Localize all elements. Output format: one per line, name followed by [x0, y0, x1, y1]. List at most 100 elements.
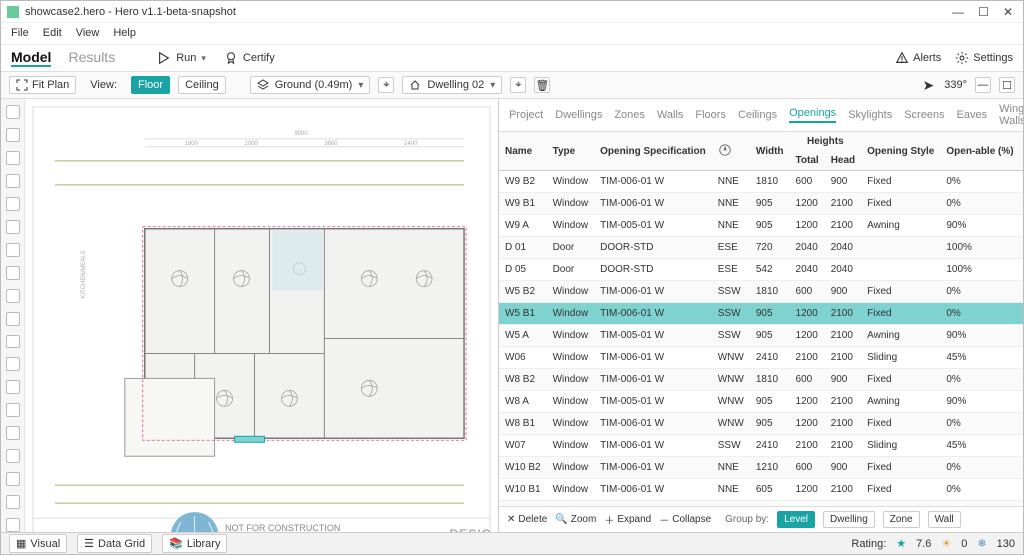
col-name[interactable]: Name [499, 132, 547, 171]
mode-datagrid[interactable]: ☰ Data Grid [77, 534, 152, 553]
tool-pointer[interactable] [6, 105, 20, 119]
table-row[interactable]: W9 AWindowTIM-005-01 WNNE90512002100Awni… [499, 215, 1023, 237]
tool-select-box[interactable] [6, 380, 20, 394]
tool-compass[interactable] [6, 472, 20, 486]
gear-icon [955, 51, 969, 65]
view-ceiling[interactable]: Ceiling [178, 76, 226, 94]
col-heights[interactable]: Heights [790, 132, 862, 151]
rtab-skylights[interactable]: Skylights [848, 109, 892, 121]
table-row[interactable]: W07WindowTIM-006-01 WSSW241021002100Slid… [499, 435, 1023, 457]
expand-button[interactable]: ＋ Expand [604, 512, 651, 527]
tool-opening[interactable] [6, 220, 20, 234]
table-row[interactable]: W5 AWindowTIM-005-01 WSSW90512002100Awni… [499, 325, 1023, 347]
alerts-button[interactable]: Alerts [895, 51, 941, 65]
delete-button[interactable]: ✕ Delete [507, 514, 547, 525]
table-row[interactable]: W10 B2WindowTIM-006-01 WNNE1210600900Fix… [499, 457, 1023, 479]
groupby-dwelling[interactable]: Dwelling [823, 511, 875, 528]
table-row[interactable]: W9 B1WindowTIM-006-01 WNNE90512002100Fix… [499, 193, 1023, 215]
table-row[interactable]: W06WindowTIM-006-01 WWNW241021002100Slid… [499, 347, 1023, 369]
delete-selection-button[interactable]: 🗑 [534, 77, 550, 93]
rtab-wingwalls[interactable]: Wing Walls [999, 103, 1024, 127]
col-width[interactable]: Width [750, 132, 790, 171]
mode-visual[interactable]: ▦ Visual [9, 534, 67, 553]
rtab-openings[interactable]: Openings [789, 107, 836, 123]
col-type[interactable]: Type [547, 132, 595, 171]
col-weather[interactable]: Weather-stripped [1020, 132, 1023, 171]
rtab-walls[interactable]: Walls [657, 109, 683, 121]
settings-button[interactable]: Settings [955, 51, 1013, 65]
collapse-button[interactable]: － Collapse [659, 512, 711, 527]
rtab-eaves[interactable]: Eaves [957, 109, 988, 121]
panel-minimize-button[interactable]: — [975, 77, 991, 93]
tool-ceiling[interactable] [6, 197, 20, 211]
panel-maximize-button[interactable]: ☐ [999, 77, 1015, 93]
menubar: File Edit View Help [1, 23, 1023, 45]
tool-measure[interactable] [6, 357, 20, 371]
table-row[interactable]: W10 B1WindowTIM-006-01 WNNE60512002100Fi… [499, 479, 1023, 501]
mode-library[interactable]: 📚 Library [162, 534, 227, 553]
tool-zone[interactable] [6, 128, 20, 142]
tool-polyline[interactable] [6, 403, 20, 417]
col-h-head[interactable]: Head [825, 151, 861, 171]
rtab-floors[interactable]: Floors [695, 109, 726, 121]
groupby-zone[interactable]: Zone [883, 511, 920, 528]
plan-canvas[interactable]: 9000 1800200038002400 KITCHEN/MEALS [25, 99, 498, 532]
groupby-level[interactable]: Level [777, 511, 815, 528]
col-orient[interactable] [712, 132, 750, 171]
run-button[interactable]: Run ▾ [157, 51, 206, 65]
table-row[interactable]: D 01DoorDOOR-STDESE72020402040100% [499, 237, 1023, 259]
table-row[interactable]: D 05DoorDOOR-STDESE54220402040100% [499, 259, 1023, 281]
maximize-button[interactable]: ☐ [978, 5, 989, 19]
close-button[interactable]: ✕ [1003, 5, 1013, 19]
rtab-screens[interactable]: Screens [904, 109, 944, 121]
level-select[interactable]: Ground (0.49m) [250, 76, 371, 94]
view-floor[interactable]: Floor [131, 76, 170, 94]
tool-screen[interactable] [6, 289, 20, 303]
table-scroll[interactable]: Name Type Opening Specification Width He… [499, 132, 1023, 506]
col-h-total[interactable]: Total [790, 151, 825, 171]
table-row[interactable]: W5 B1WindowTIM-006-01 WSSW90512002100Fix… [499, 303, 1023, 325]
col-style[interactable]: Opening Style [861, 132, 940, 171]
tool-skylight[interactable] [6, 266, 20, 280]
tool-marker[interactable] [6, 449, 20, 463]
rtab-ceilings[interactable]: Ceilings [738, 109, 777, 121]
star-icon: ★ [896, 537, 906, 550]
col-openable[interactable]: Open-able (%) [940, 132, 1019, 171]
rtab-zones[interactable]: Zones [614, 109, 645, 121]
level-pick-button[interactable]: ⌖ [378, 77, 394, 93]
tool-unknown-1[interactable] [6, 495, 20, 509]
tool-floor[interactable] [6, 174, 20, 188]
table-row[interactable]: W9 B2WindowTIM-006-01 WNNE1810600900Fixe… [499, 171, 1023, 193]
rtab-dwellings[interactable]: Dwellings [555, 109, 602, 121]
tab-model[interactable]: Model [11, 49, 51, 67]
zoom-button[interactable]: 🔍 Zoom [555, 514, 596, 525]
table-row[interactable]: W8 B1WindowTIM-006-01 WWNW90512002100Fix… [499, 413, 1023, 435]
dwelling-select[interactable]: Dwelling 02 [402, 76, 502, 94]
certify-icon [224, 51, 238, 65]
certify-button[interactable]: Certify [224, 51, 275, 65]
col-spec[interactable]: Opening Specification [594, 132, 712, 171]
minimize-button[interactable]: — [952, 5, 964, 19]
heading-indicator[interactable]: ➤ 339° [923, 77, 968, 94]
fit-plan-button[interactable]: Fit Plan [9, 76, 76, 94]
table-row[interactable]: W8 B2WindowTIM-006-01 WWNW1810600900Fixe… [499, 369, 1023, 391]
menu-help[interactable]: Help [113, 26, 136, 41]
tool-wall[interactable] [6, 151, 20, 165]
tool-wingwall[interactable] [6, 335, 20, 349]
groupby-wall[interactable]: Wall [928, 511, 961, 528]
menu-view[interactable]: View [76, 26, 100, 41]
menu-edit[interactable]: Edit [43, 26, 62, 41]
dwelling-pick-button[interactable]: ⌖ [510, 77, 526, 93]
openings-table: Name Type Opening Specification Width He… [499, 132, 1023, 506]
table-row[interactable]: W5 B2WindowTIM-006-01 WSSW1810600900Fixe… [499, 281, 1023, 303]
home-icon [409, 79, 421, 91]
tool-unknown-2[interactable] [6, 518, 20, 532]
menu-file[interactable]: File [11, 26, 29, 41]
tool-grid[interactable] [6, 426, 20, 440]
table-row[interactable]: W8 AWindowTIM-005-01 WWNW90512002100Awni… [499, 391, 1023, 413]
rtab-project[interactable]: Project [509, 109, 543, 121]
titlebar: showcase2.hero - Hero v1.1-beta-snapshot… [1, 1, 1023, 23]
tab-results[interactable]: Results [69, 49, 116, 65]
tool-eave[interactable] [6, 312, 20, 326]
tool-door[interactable] [6, 243, 20, 257]
